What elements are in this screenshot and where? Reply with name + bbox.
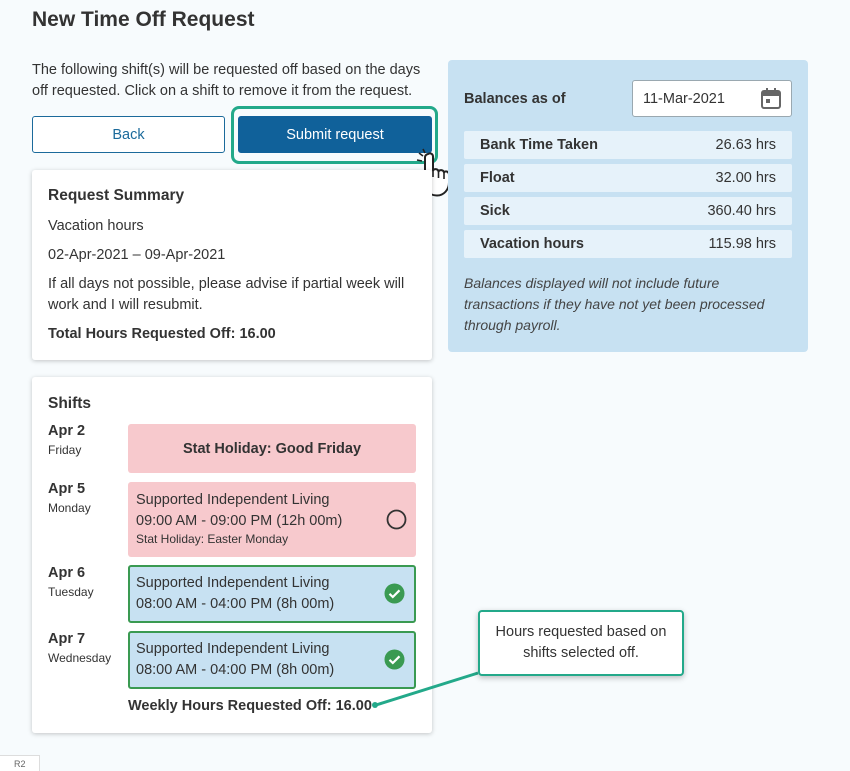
callout-box: Hours requested based on shifts selected… xyxy=(478,610,684,676)
shift-date: Apr 5 xyxy=(48,481,86,497)
shift-date: Apr 6 xyxy=(48,565,86,581)
balances-title: Balances as of xyxy=(464,91,566,107)
summary-comment: If all days not possible, please advise … xyxy=(48,276,405,313)
balance-value: 115.98 hrs xyxy=(708,236,776,252)
intro-text: The following shift(s) will be requested… xyxy=(32,62,421,99)
balances-note: Balances displayed will not include futu… xyxy=(464,275,765,333)
balance-label: Sick xyxy=(480,203,510,219)
shift-name: Supported Independent Living xyxy=(136,492,330,508)
summary-total: Total Hours Requested Off: 16.00 xyxy=(48,326,276,342)
request-summary-card: Request Summary Vacation hours 02-Apr-20… xyxy=(32,170,432,360)
balance-label: Bank Time Taken xyxy=(480,137,598,153)
shift-day: Apr 2 Friday xyxy=(48,423,85,457)
shift-weekday: Friday xyxy=(48,443,82,457)
summary-heading: Request Summary xyxy=(48,187,185,204)
balance-value: 26.63 hrs xyxy=(715,137,776,153)
shifts-heading: Shifts xyxy=(48,395,92,412)
shift-item[interactable]: Supported Independent Living 08:00 AM - … xyxy=(128,631,416,689)
shift-item[interactable]: Supported Independent Living 08:00 AM - … xyxy=(128,565,416,623)
balance-row-sick: Sick 360.40 hrs xyxy=(464,197,792,225)
balance-label: Vacation hours xyxy=(480,236,584,252)
shift-date: Apr 7 xyxy=(48,631,86,647)
page-title: New Time Off Request xyxy=(32,8,255,31)
summary-dates: 02-Apr-2021 – 09-Apr-2021 xyxy=(48,247,226,263)
shift-name: Supported Independent Living xyxy=(136,575,330,591)
balances-panel: Balances as of 11-Mar-2021 Bank Time Tak… xyxy=(448,60,808,352)
shift-note: Stat Holiday: Easter Monday xyxy=(136,532,289,546)
balance-row-bank-time: Bank Time Taken 26.63 hrs xyxy=(464,131,792,159)
holiday-block: Stat Holiday: Good Friday xyxy=(128,424,416,473)
shifts-card: Shifts Apr 2 Friday Stat Holiday: Good F… xyxy=(32,377,432,733)
shift-day: Apr 5 Monday xyxy=(48,481,91,515)
summary-type: Vacation hours xyxy=(48,218,144,234)
balance-value: 360.40 hrs xyxy=(707,203,776,219)
check-circle-icon[interactable] xyxy=(384,583,405,604)
balance-value: 32.00 hrs xyxy=(715,170,776,186)
shift-day: Apr 7 Wednesday xyxy=(48,631,111,665)
shift-weekday: Wednesday xyxy=(48,651,112,665)
submit-request-button[interactable]: Submit request xyxy=(238,116,432,153)
balance-row-vacation: Vacation hours 115.98 hrs xyxy=(464,230,792,258)
balance-date-input[interactable]: 11-Mar-2021 xyxy=(632,80,792,117)
holiday-label: Stat Holiday: Good Friday xyxy=(182,440,362,457)
unchecked-circle-icon[interactable] xyxy=(386,509,407,530)
shift-date: Apr 2 xyxy=(48,423,86,439)
check-circle-icon[interactable] xyxy=(384,649,405,670)
shift-name: Supported Independent Living xyxy=(136,641,330,657)
balance-label: Float xyxy=(480,170,515,186)
version-tag: R2 xyxy=(0,755,40,771)
shift-time: 08:00 AM - 04:00 PM (8h 00m) xyxy=(136,596,335,612)
balance-date-value: 11-Mar-2021 xyxy=(643,91,725,107)
shift-day: Apr 6 Tuesday xyxy=(48,565,94,599)
shift-weekday: Tuesday xyxy=(48,585,94,599)
weekly-hours-total: Weekly Hours Requested Off: 16.00 xyxy=(128,698,372,714)
balance-row-float: Float 32.00 hrs xyxy=(464,164,792,192)
calendar-icon[interactable] xyxy=(760,87,782,110)
shift-time: 09:00 AM - 09:00 PM (12h 00m) xyxy=(136,513,343,529)
back-button[interactable]: Back xyxy=(32,116,225,153)
shift-weekday: Monday xyxy=(48,501,91,515)
shift-item[interactable]: Supported Independent Living 09:00 AM - … xyxy=(128,482,416,557)
shift-time: 08:00 AM - 04:00 PM (8h 00m) xyxy=(136,662,335,678)
